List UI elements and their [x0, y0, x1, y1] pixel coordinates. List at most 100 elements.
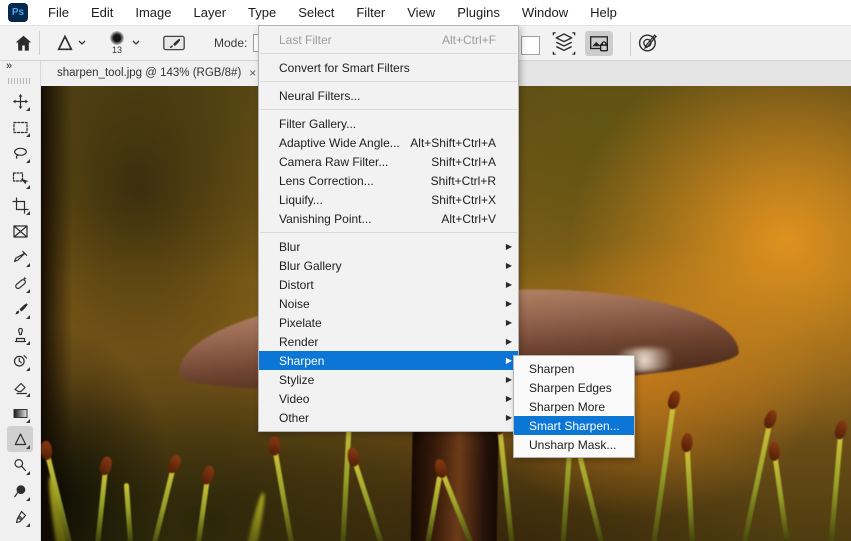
brush-size-value: 13	[111, 45, 122, 55]
menu-section: Last Filter Alt+Ctrl+F	[259, 26, 518, 53]
moss-sprout-tip	[165, 453, 183, 476]
brush-tool[interactable]	[7, 296, 33, 322]
moss-sprout-tip	[680, 432, 694, 453]
menu-item-label: Filter Gallery...	[279, 116, 357, 131]
menu-item-sharpen-edges[interactable]: Sharpen Edges	[514, 378, 634, 397]
menu-item-label: Adaptive Wide Angle...	[279, 135, 400, 150]
submenu-arrow-icon: ▶	[505, 280, 512, 289]
menu-item-label: Lens Correction...	[279, 173, 374, 188]
home-icon[interactable]	[14, 34, 33, 53]
lock-image-button[interactable]	[585, 31, 613, 56]
moss-sprout	[768, 441, 790, 541]
menu-item-distort[interactable]: Distort ▶	[259, 275, 518, 294]
smoothing-options-icon[interactable]	[636, 31, 660, 60]
menubar-item-layer[interactable]: Layer	[183, 0, 238, 25]
menu-item-shortcut: Alt+Ctrl+F	[441, 32, 496, 47]
photoshop-logo-icon: Ps	[8, 3, 28, 22]
color-swatch[interactable]	[521, 36, 540, 55]
layers-stack-icon[interactable]	[551, 31, 577, 61]
menu-item-label: Sharpen More	[529, 399, 606, 414]
grass-blade	[245, 491, 269, 541]
menu-item-label: Video	[279, 391, 310, 406]
submenu-arrow-icon: ▶	[505, 375, 512, 384]
menu-item-liquify[interactable]: Liquify... Shift+Ctrl+X	[259, 190, 518, 209]
object-selection-tool-icon	[12, 171, 29, 184]
type-tool[interactable]	[7, 530, 33, 541]
move-tool[interactable]	[7, 88, 33, 114]
spot-healing-brush-tool-icon	[14, 276, 27, 289]
zoom-tool[interactable]	[7, 478, 33, 504]
menu-item-smart-sharpen[interactable]: Smart Sharpen...	[514, 416, 634, 435]
brush-preview[interactable]: 13	[104, 31, 130, 55]
menu-item-video[interactable]: Video ▶	[259, 389, 518, 408]
menu-item-label: Other	[279, 410, 310, 425]
menu-item-blur-gallery[interactable]: Blur Gallery ▶	[259, 256, 518, 275]
pen-tool-icon	[15, 510, 26, 523]
menu-item-camera-raw-filter[interactable]: Camera Raw Filter... Shift+Ctrl+A	[259, 152, 518, 171]
brush-chevron-icon[interactable]	[132, 38, 140, 48]
menubar-item-view[interactable]: View	[396, 0, 446, 25]
menubar-item-edit[interactable]: Edit	[80, 0, 124, 25]
moss-sprout	[650, 389, 683, 541]
frame-tool-icon	[12, 224, 28, 238]
menu-item-vanishing-point[interactable]: Vanishing Point... Alt+Ctrl+V	[259, 209, 518, 228]
menu-section: Filter Gallery... Adaptive Wide Angle... A…	[259, 110, 518, 232]
menubar-item-filter[interactable]: Filter	[345, 0, 396, 25]
clone-stamp-tool[interactable]	[7, 322, 33, 348]
menu-item-blur[interactable]: Blur ▶	[259, 237, 518, 256]
options-divider	[39, 31, 40, 55]
frame-tool[interactable]	[7, 218, 33, 244]
menubar-item-plugins[interactable]: Plugins	[446, 0, 511, 25]
menu-item-unsharp-mask[interactable]: Unsharp Mask...	[514, 435, 634, 454]
menubar-item-image[interactable]: Image	[124, 0, 182, 25]
menu-item-sharpen-more[interactable]: Sharpen More	[514, 397, 634, 416]
menubar-item-help[interactable]: Help	[579, 0, 628, 25]
menu-item-label: Vanishing Point...	[279, 211, 372, 226]
menu-item-render[interactable]: Render ▶	[259, 332, 518, 351]
menu-item-adaptive-wide-angle[interactable]: Adaptive Wide Angle... Alt+Shift+Ctrl+A	[259, 133, 518, 152]
menubar-item-file[interactable]: File	[37, 0, 80, 25]
spot-healing-brush-tool[interactable]	[7, 270, 33, 296]
menu-item-pixelate[interactable]: Pixelate ▶	[259, 313, 518, 332]
menu-item-label: Sharpen Edges	[529, 380, 612, 395]
menu-item-lens-correction[interactable]: Lens Correction... Shift+Ctrl+R	[259, 171, 518, 190]
menu-section: Blur ▶ Blur Gallery ▶ Distort ▶ Noise ▶ Pixelate…	[259, 233, 518, 431]
sharpen-tool[interactable]	[7, 426, 33, 452]
history-brush-tool[interactable]	[7, 348, 33, 374]
eyedropper-tool[interactable]	[7, 244, 33, 270]
document-tab[interactable]: sharpen_tool.jpg @ 143% (RGB/8#) ×	[41, 59, 272, 86]
brush-settings-panel-icon[interactable]	[162, 33, 186, 53]
dodge-tool[interactable]	[7, 452, 33, 478]
menu-item-sharpen[interactable]: Sharpen ▶	[259, 351, 518, 370]
menubar-item-window[interactable]: Window	[511, 0, 579, 25]
menu-item-filter-gallery[interactable]: Filter Gallery...	[259, 114, 518, 133]
menubar-item-select[interactable]: Select	[287, 0, 345, 25]
menu-item-stylize[interactable]: Stylize ▶	[259, 370, 518, 389]
menu-item-label: Neural Filters...	[279, 88, 361, 103]
submenu-arrow-icon: ▶	[505, 356, 512, 365]
menu-item-noise[interactable]: Noise ▶	[259, 294, 518, 313]
collapse-panel-icon[interactable]: »	[0, 59, 40, 74]
menu-item-neural-filters[interactable]: Neural Filters...	[259, 86, 518, 105]
crop-tool[interactable]	[7, 192, 33, 218]
options-divider	[630, 32, 631, 56]
panel-grip[interactable]	[8, 78, 32, 84]
lasso-tool[interactable]	[7, 140, 33, 166]
submenu-arrow-icon: ▶	[505, 299, 512, 308]
menu-item-convert-for-smart-filters[interactable]: Convert for Smart Filters	[259, 58, 518, 77]
tab-close-icon[interactable]: ×	[249, 66, 256, 80]
menu-item-sharpen[interactable]: Sharpen	[514, 359, 634, 378]
sharpen-tool-preset-icon[interactable]	[54, 32, 76, 54]
object-selection-tool[interactable]	[7, 166, 33, 192]
eraser-tool[interactable]	[7, 374, 33, 400]
pen-tool[interactable]	[7, 504, 33, 530]
menu-item-label: Render	[279, 334, 319, 349]
menu-item-other[interactable]: Other ▶	[259, 408, 518, 427]
menu-item-shortcut: Shift+Ctrl+R	[430, 173, 496, 188]
type-tool-icon	[12, 535, 29, 541]
submenu-arrow-icon: ▶	[505, 261, 512, 270]
preset-chevron-icon[interactable]	[78, 38, 86, 48]
menubar-item-type[interactable]: Type	[237, 0, 287, 25]
gradient-tool[interactable]	[7, 400, 33, 426]
rectangular-marquee-tool[interactable]	[7, 114, 33, 140]
